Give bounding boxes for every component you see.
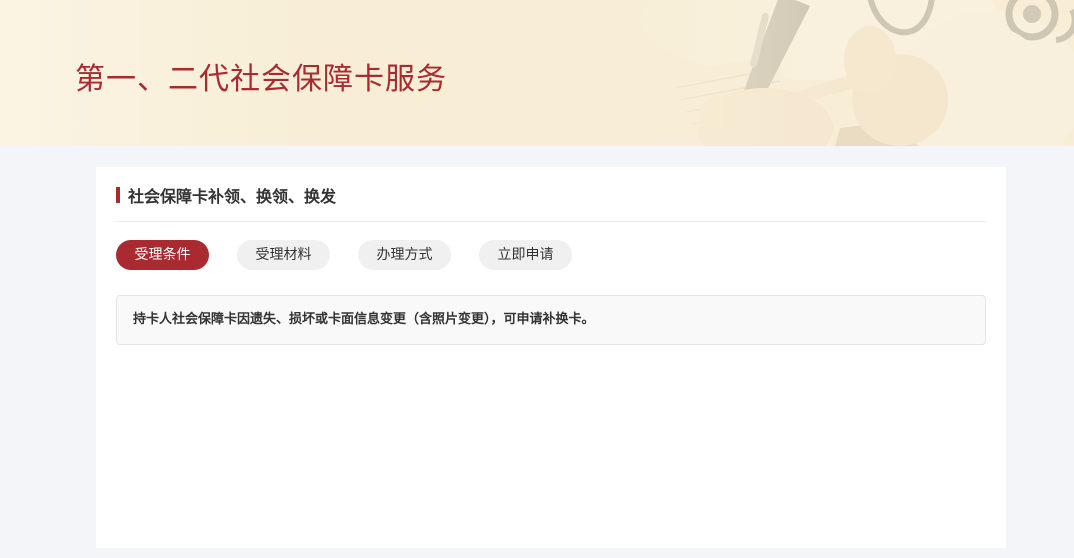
page-banner: 第一、二代社会保障卡服务 <box>0 0 1074 146</box>
tab-handling-method[interactable]: 办理方式 <box>358 240 451 270</box>
page-title: 第一、二代社会保障卡服务 <box>75 54 447 98</box>
service-card: 社会保障卡补领、换领、换发 受理条件 受理材料 办理方式 立即申请 持卡人社会保… <box>96 167 1006 548</box>
tab-apply-now[interactable]: 立即申请 <box>479 240 572 270</box>
tab-bar: 受理条件 受理材料 办理方式 立即申请 <box>116 240 986 270</box>
tab-required-materials[interactable]: 受理材料 <box>237 240 330 270</box>
section-title-red-bar <box>116 187 120 203</box>
section-title: 社会保障卡补领、换领、换发 <box>128 183 336 207</box>
acceptance-conditions-text: 持卡人社会保障卡因遗失、损坏或卡面信息变更（含照片变更），可申请补换卡。 <box>116 295 986 345</box>
section-header: 社会保障卡补领、换领、换发 <box>116 183 986 222</box>
tab-acceptance-conditions[interactable]: 受理条件 <box>116 240 209 270</box>
banner-photo-hands-writing <box>570 0 1074 146</box>
